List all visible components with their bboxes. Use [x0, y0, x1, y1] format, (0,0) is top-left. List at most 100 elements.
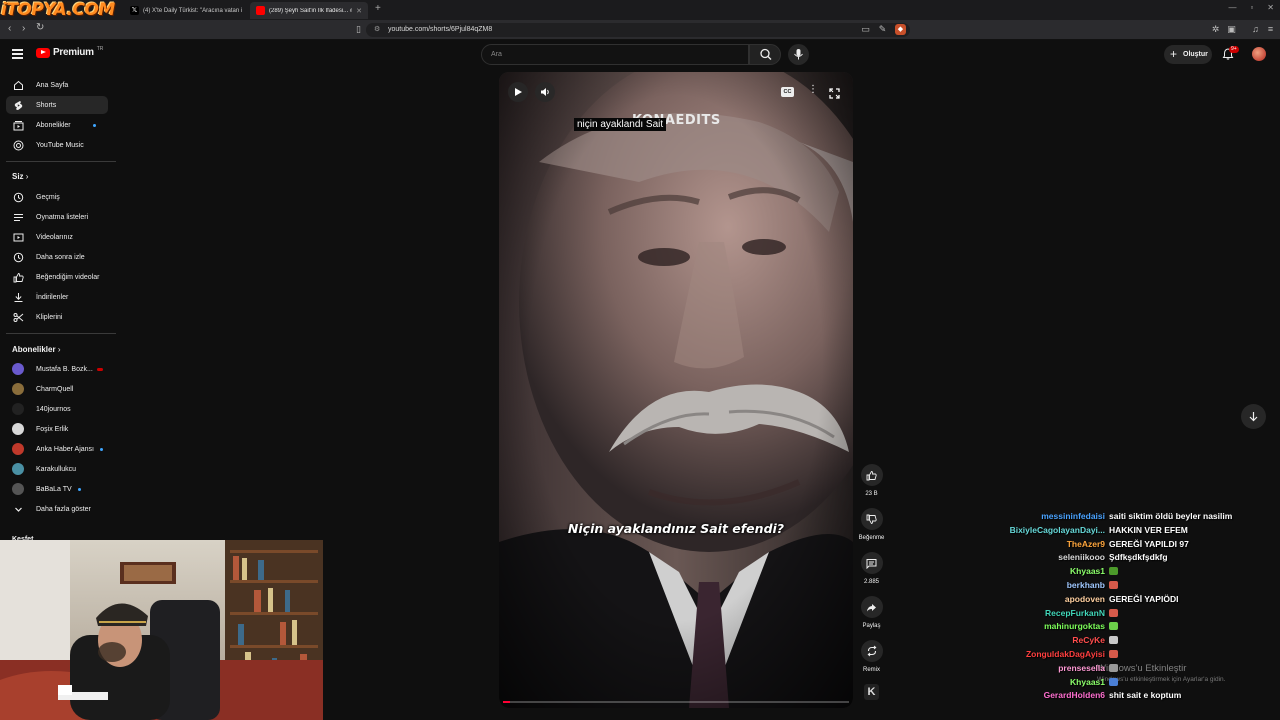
- sidebar-item-your-videos[interactable]: Videolarınız: [6, 228, 108, 246]
- sidebar-item-history[interactable]: Geçmiş: [6, 188, 108, 206]
- url-field[interactable]: ⚙ youtube.com/shorts/6Pjul84qZM8: [366, 23, 910, 37]
- next-short-button[interactable]: [1241, 404, 1266, 429]
- sidebar-subscription-item[interactable]: 140journos: [6, 400, 108, 418]
- screenshot-icon[interactable]: ▭: [860, 24, 871, 35]
- browser-tab-youtube[interactable]: (289) Şeyh Sait'in İlk İfadesi... #... ✕: [250, 2, 368, 19]
- chat-text: [1109, 608, 1118, 618]
- maximize-icon[interactable]: ▫: [1250, 3, 1253, 12]
- chat-text: [1109, 635, 1118, 645]
- tab-title: (289) Şeyh Sait'in İlk İfadesi... #...: [269, 7, 353, 14]
- sidebar-item-youtube-music[interactable]: YouTube Music: [6, 136, 108, 154]
- notification-badge: 9+: [1229, 46, 1239, 53]
- sidebar-item-clips[interactable]: Kliplerini: [6, 308, 108, 326]
- dislike-button[interactable]: Beğenme: [855, 508, 888, 541]
- new-tab-button[interactable]: +: [375, 3, 381, 14]
- sidebar-subscription-item[interactable]: Karakullukcu: [6, 460, 108, 478]
- sidebar-item-label: BaBaLa TV: [36, 485, 72, 493]
- play-button[interactable]: [508, 82, 528, 102]
- back-icon[interactable]: ‹: [8, 23, 11, 34]
- fullscreen-button[interactable]: [829, 86, 840, 104]
- chat-username: prensesella: [1058, 662, 1105, 673]
- chat-text: GEREĞİ YAPIÖDI: [1109, 593, 1179, 604]
- shorts-video-player[interactable]: CC ⋮: [499, 72, 853, 708]
- sidebar-subscription-item[interactable]: Anka Haber Ajansı: [6, 440, 108, 458]
- chat-text: shit sait e koptum: [1109, 690, 1182, 701]
- comments-button[interactable]: 2.885: [855, 552, 888, 585]
- sidebar-subscription-item[interactable]: Foşix Erlik: [6, 420, 108, 438]
- edit-icon[interactable]: ✎: [877, 24, 888, 35]
- chat-username: Khyaas1: [1070, 676, 1105, 687]
- chevron-right-icon: ›: [25, 172, 29, 181]
- voice-search-button[interactable]: [788, 44, 809, 65]
- sidebar-subscriptions-header[interactable]: Abonelikler ›: [12, 345, 60, 354]
- bookmark-icon[interactable]: ▯: [353, 24, 364, 35]
- site-info-icon[interactable]: ⚙: [374, 23, 380, 37]
- share-button[interactable]: Paylaş: [855, 596, 888, 629]
- browser-tab-twitter[interactable]: 𝕏 (4) X'te Daily Türkist: "Aracına vatan…: [124, 2, 248, 19]
- chat-message: Khyaas1: [960, 566, 1280, 579]
- minimize-icon[interactable]: —: [1228, 3, 1236, 12]
- new-content-dot: [77, 487, 81, 491]
- youtube-favicon-icon: [256, 6, 265, 15]
- video-progress-bar[interactable]: [503, 701, 849, 703]
- show-more-button[interactable]: Daha fazla göster: [6, 500, 108, 518]
- reload-icon[interactable]: ↻: [36, 22, 44, 33]
- hamburger-menu-icon[interactable]: [12, 49, 23, 61]
- youtube-premium-logo[interactable]: Premium TR: [36, 46, 103, 58]
- volume-button[interactable]: [535, 82, 555, 102]
- chat-message: berkhanb: [960, 580, 1280, 593]
- channel-avatar: [12, 443, 24, 455]
- sidebar-item-label: Shorts: [36, 101, 57, 109]
- chat-text: [1109, 580, 1118, 590]
- sidebar-item-watch-later[interactable]: Daha sonra izle: [6, 248, 108, 266]
- sidebar-subscription-item[interactable]: CharmQuell: [6, 380, 108, 398]
- chat-username: ReCyKe: [1072, 635, 1105, 646]
- sidebar-item-label: Oynatma listeleri: [36, 213, 89, 221]
- channel-avatar: [12, 383, 24, 395]
- account-avatar[interactable]: [1252, 47, 1266, 61]
- chat-emote-icon: [1109, 650, 1118, 658]
- window-controls: — ▫ ✕: [1228, 3, 1274, 12]
- remix-button[interactable]: Remix: [855, 640, 888, 673]
- chat-emote-icon: [1109, 663, 1118, 672]
- chat-message: ZonguldakDagAyisi: [960, 649, 1280, 662]
- close-window-icon[interactable]: ✕: [1267, 3, 1274, 12]
- browser-address-bar: ‹ › ↻ ▯ ⚙ youtube.com/shorts/6Pjul84qZM8…: [0, 20, 1280, 40]
- sidebar-item-label: Abonelikler: [36, 121, 71, 129]
- sidebar-item-home[interactable]: Ana Sayfa: [6, 76, 108, 94]
- playlist-icon: [12, 211, 24, 223]
- sidebar-item-shorts[interactable]: Shorts: [6, 96, 108, 114]
- more-options-icon[interactable]: ⋮: [808, 85, 818, 95]
- sidebar-item-label: Foşix Erlik: [36, 425, 69, 433]
- sidebar-item-liked-videos[interactable]: Beğendiğim videolar: [6, 268, 108, 286]
- chat-username: RecepFurkanN: [1045, 607, 1105, 618]
- brave-shield-icon[interactable]: ◆: [895, 24, 906, 35]
- logo-word: Premium: [53, 47, 94, 58]
- sidebar-item-subscriptions[interactable]: Abonelikler: [6, 116, 108, 134]
- streamer-webcam: [0, 540, 323, 720]
- menu-icon[interactable]: ≡: [1265, 24, 1276, 35]
- extensions-icon[interactable]: ✲: [1210, 24, 1221, 35]
- chat-message: mahinurgoktas: [960, 621, 1280, 634]
- close-tab-icon[interactable]: ✕: [356, 7, 362, 15]
- search-input[interactable]: Ara: [481, 44, 749, 65]
- like-button[interactable]: 23 B: [855, 464, 888, 497]
- channel-avatar[interactable]: K: [864, 684, 879, 700]
- sidebar-item-label: Beğendiğim videolar: [36, 273, 100, 281]
- sidebar-item-label: Mustafa B. Bozk...: [36, 365, 93, 373]
- sidebar-item-playlists[interactable]: Oynatma listeleri: [6, 208, 108, 226]
- sidebar-item-downloads[interactable]: İndirilenler: [6, 288, 108, 306]
- media-icon[interactable]: ♫: [1250, 24, 1261, 35]
- create-button[interactable]: + Oluştur: [1164, 45, 1212, 64]
- chat-message: GerardHolden6 shit sait e koptum: [960, 690, 1280, 703]
- sidebar-you-header[interactable]: Siz ›: [12, 172, 28, 181]
- forward-icon[interactable]: ›: [22, 23, 25, 34]
- url-text: youtube.com/shorts/6Pjul84qZM8: [388, 26, 493, 33]
- search-button[interactable]: [749, 44, 781, 65]
- sidebar-toggle-icon[interactable]: ▣: [1226, 24, 1237, 35]
- sidebar-subscription-item[interactable]: BaBaLa TV: [6, 480, 108, 498]
- captions-icon[interactable]: CC: [781, 87, 794, 97]
- chat-username: mahinurgoktas: [1044, 621, 1105, 632]
- sidebar-subscription-item[interactable]: Mustafa B. Bozk...: [6, 360, 108, 378]
- chevron-down-icon: [12, 503, 24, 515]
